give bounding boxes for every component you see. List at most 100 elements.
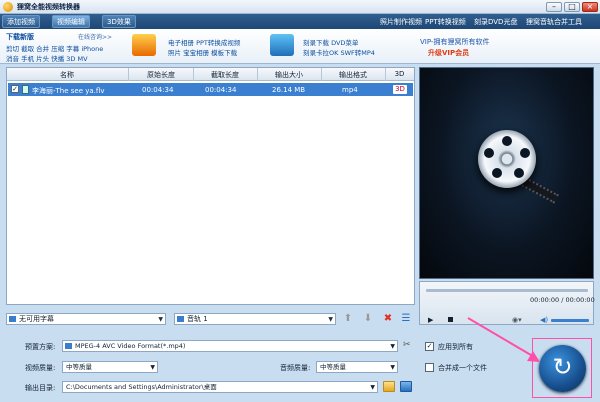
apply-all-label: 应用到所有 xyxy=(438,343,473,351)
audio-track-select[interactable]: 音轨 1 ▼ xyxy=(174,313,336,325)
tab-video-edit[interactable]: 视频编辑 xyxy=(52,15,90,28)
file-list[interactable]: 名称 原始长度 截取长度 输出大小 输出格式 3D ✓ 李海丽-The see … xyxy=(6,67,415,305)
volume-slider[interactable] xyxy=(551,319,589,322)
online-consult-link[interactable]: 在线咨询>> xyxy=(78,32,112,41)
play-icon[interactable]: ▶ xyxy=(428,316,433,324)
vip-upgrade-link[interactable]: 升级VIP会员 xyxy=(428,48,469,58)
video-file-icon xyxy=(22,85,29,94)
original-length: 00:04:34 xyxy=(142,86,174,94)
convert-button[interactable]: ↻ xyxy=(539,345,586,392)
promo-burn-line1[interactable]: 刻录下载 DVD菜单 xyxy=(303,37,358,47)
subtitle-icon xyxy=(9,316,16,322)
ppt-icon[interactable] xyxy=(132,34,156,56)
audio-quality-label: 音频质量: xyxy=(280,364,311,372)
window-title: 狸窝全能视频转换器 xyxy=(17,3,80,11)
subtitle-value: 无可用字幕 xyxy=(19,315,54,323)
phone-icon[interactable] xyxy=(270,34,294,56)
wrench-icon[interactable]: ✂ xyxy=(403,340,411,350)
reel-hole xyxy=(492,168,502,178)
link-ppt-video[interactable]: PPT转换视频 xyxy=(425,17,466,27)
tab-add-video[interactable]: 添加视频 xyxy=(2,15,40,28)
move-down-icon[interactable]: ⬇ xyxy=(363,314,373,324)
video-preview xyxy=(419,67,594,279)
list-icon[interactable]: ☰ xyxy=(401,314,411,324)
film-reel-icon xyxy=(478,130,536,188)
audio-track-value: 音轨 1 xyxy=(187,315,208,323)
tab-3d-effect[interactable]: 3D效果 xyxy=(102,15,136,28)
file-list-header: 名称 原始长度 截取长度 输出大小 输出格式 3D xyxy=(7,68,414,81)
apply-all-checkbox[interactable]: ✓ xyxy=(425,342,434,351)
stop-icon[interactable] xyxy=(448,317,453,322)
tab-bar: 添加视频 视频编辑 3D效果 照片制作视频 PPT转换视频 刻录DVD光盘 狸窝… xyxy=(0,14,600,29)
reel-hole xyxy=(514,168,524,178)
column-divider xyxy=(193,68,194,81)
output-dir-field[interactable]: C:\Documents and Settings\Administrator\… xyxy=(62,381,378,393)
video-quality-value: 中等质量 xyxy=(66,363,92,371)
promo-links-row2[interactable]: 消音 手机 片头 快播 3D MV xyxy=(6,53,88,63)
row-checkbox[interactable]: ✓ xyxy=(11,85,19,93)
time-display: 00:00:00 / 00:00:00 xyxy=(530,296,595,304)
merge-label: 合并成一个文件 xyxy=(438,364,487,372)
subtitle-select[interactable]: 无可用字幕 ▼ xyxy=(6,313,166,325)
open-folder-icon[interactable] xyxy=(400,381,412,392)
column-output-format[interactable]: 输出格式 xyxy=(321,70,385,80)
output-dir-label: 输出目录: xyxy=(25,384,56,392)
preset-label: 预置方案: xyxy=(25,343,56,351)
column-3d[interactable]: 3D xyxy=(385,70,414,78)
close-button[interactable]: × xyxy=(582,2,598,12)
snapshot-icon[interactable]: ◉▾ xyxy=(512,316,522,324)
format-icon xyxy=(65,343,72,349)
chevron-down-icon: ▼ xyxy=(390,343,395,350)
output-dir-value: C:\Documents and Settings\Administrator\… xyxy=(66,383,217,391)
link-photo-video[interactable]: 照片制作视频 xyxy=(380,17,422,27)
reel-hole xyxy=(520,148,530,158)
subtitle-audio-bar: 无可用字幕 ▼ 音轨 1 ▼ ⬆ ⬇ ✖ ☰ xyxy=(6,311,415,328)
volume-icon[interactable]: ◀) xyxy=(540,316,548,324)
column-original-length[interactable]: 原始长度 xyxy=(129,70,193,80)
column-clip-length[interactable]: 截取长度 xyxy=(193,70,257,80)
vip-info-link[interactable]: VIP-拥有狸窝所有软件 xyxy=(420,37,489,47)
move-up-icon[interactable]: ⬆ xyxy=(343,314,353,324)
video-quality-select[interactable]: 中等质量 ▼ xyxy=(62,361,158,373)
chevron-down-icon: ▼ xyxy=(150,364,155,371)
merge-checkbox[interactable] xyxy=(425,363,434,372)
column-output-size[interactable]: 输出大小 xyxy=(257,70,321,80)
audio-quality-value: 中等质量 xyxy=(320,363,346,371)
reel-hole xyxy=(502,136,512,146)
convert-highlight: ↻ xyxy=(532,338,592,398)
clip-length: 00:04:34 xyxy=(205,86,237,94)
preset-value: MPEG-4 AVC Video Format(*.mp4) xyxy=(75,342,186,350)
maximize-button[interactable]: □ xyxy=(564,2,580,12)
promo-album-line1[interactable]: 电子相册 PPT转换成视频 xyxy=(168,37,240,47)
promo-album-line2[interactable]: 照片 宝宝相册 模板下载 xyxy=(168,47,237,57)
minimize-button[interactable]: – xyxy=(546,2,562,12)
link-burn-dvd[interactable]: 刻录DVD光盘 xyxy=(474,17,517,27)
output-settings: 预置方案: MPEG-4 AVC Video Format(*.mp4) ▼ ✂… xyxy=(0,330,600,402)
column-name[interactable]: 名称 xyxy=(7,70,127,80)
audio-icon xyxy=(177,316,184,322)
table-row[interactable]: ✓ 李海丽-The see ya.flv 00:04:34 00:04:34 2… xyxy=(8,83,413,96)
chevron-down-icon: ▼ xyxy=(370,384,375,391)
download-new-link[interactable]: 下载新版 xyxy=(6,32,34,42)
column-divider xyxy=(257,68,258,81)
file-name: 李海丽-The see ya.flv xyxy=(32,87,105,95)
app-logo-icon xyxy=(3,2,13,12)
folder-icon[interactable] xyxy=(383,381,395,392)
delete-icon[interactable]: ✖ xyxy=(383,314,393,324)
output-size: 26.14 MB xyxy=(272,86,306,94)
column-divider xyxy=(385,68,386,81)
reel-hole xyxy=(484,148,494,158)
chevron-down-icon: ▼ xyxy=(158,316,163,323)
promo-burn-line2[interactable]: 刻录卡拉OK SWF转MP4 xyxy=(303,47,375,57)
chevron-down-icon: ▼ xyxy=(390,364,395,371)
title-bar: 狸窝全能视频转换器 – □ × xyxy=(0,0,600,14)
audio-quality-select[interactable]: 中等质量 ▼ xyxy=(316,361,398,373)
link-audio-merge[interactable]: 狸窝音轨合并工具 xyxy=(526,17,582,27)
column-divider xyxy=(128,68,129,81)
seek-bar[interactable] xyxy=(426,289,588,292)
3d-badge-icon[interactable]: 3D xyxy=(393,85,407,94)
column-divider xyxy=(321,68,322,81)
preset-select[interactable]: MPEG-4 AVC Video Format(*.mp4) ▼ xyxy=(62,340,398,352)
promo-links-row1[interactable]: 剪切 截取 合并 压缩 字幕 iPhone xyxy=(6,43,103,53)
chevron-down-icon: ▼ xyxy=(328,316,333,323)
